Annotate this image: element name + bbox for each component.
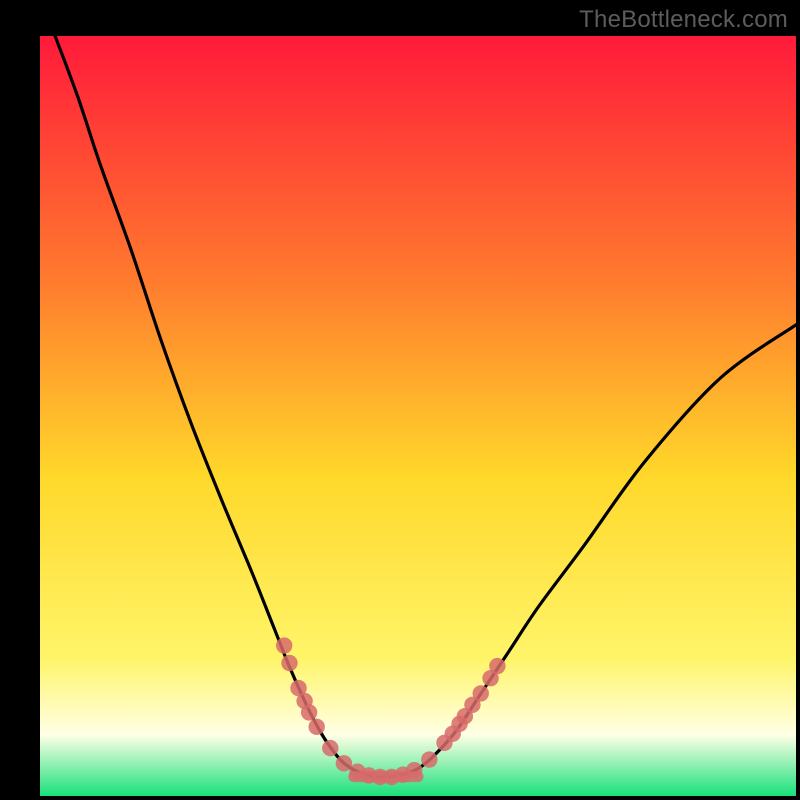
watermark-text: TheBottleneck.com xyxy=(579,6,788,34)
curve-marker xyxy=(489,658,505,674)
curve-marker xyxy=(336,755,352,771)
curve-marker xyxy=(421,751,437,767)
curve-marker xyxy=(301,704,317,720)
curve-marker xyxy=(473,685,489,701)
curve-marker xyxy=(281,655,297,671)
curve-marker xyxy=(322,740,338,756)
chart-svg xyxy=(40,36,796,796)
curve-marker xyxy=(276,637,292,653)
chart-frame: TheBottleneck.com xyxy=(0,0,800,800)
curve-marker xyxy=(309,719,325,735)
curve-marker xyxy=(406,762,422,778)
plot-area xyxy=(40,36,796,796)
